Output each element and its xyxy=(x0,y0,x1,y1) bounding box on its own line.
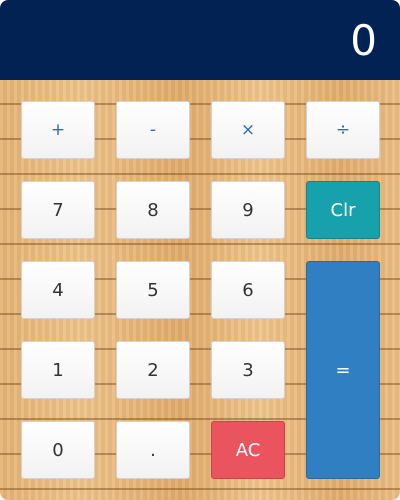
digit-2-button[interactable]: 2 xyxy=(116,341,190,399)
display-value: 0 xyxy=(350,15,378,65)
decimal-button[interactable]: . xyxy=(116,421,190,479)
divide-button[interactable]: ÷ xyxy=(306,101,380,159)
calculator: 0 + - × ÷ 7 8 9 Clr 4 5 6 = 1 2 3 0 . AC xyxy=(0,0,400,500)
digit-0-button[interactable]: 0 xyxy=(21,421,95,479)
digit-7-button[interactable]: 7 xyxy=(21,181,95,239)
digit-3-button[interactable]: 3 xyxy=(211,341,285,399)
clear-button[interactable]: Clr xyxy=(306,181,380,239)
digit-6-button[interactable]: 6 xyxy=(211,261,285,319)
display-panel: 0 xyxy=(0,0,400,80)
add-button[interactable]: + xyxy=(21,101,95,159)
digit-8-button[interactable]: 8 xyxy=(116,181,190,239)
equals-button[interactable]: = xyxy=(306,261,380,479)
all-clear-button[interactable]: AC xyxy=(211,421,285,479)
digit-5-button[interactable]: 5 xyxy=(116,261,190,319)
digit-1-button[interactable]: 1 xyxy=(21,341,95,399)
multiply-button[interactable]: × xyxy=(211,101,285,159)
digit-4-button[interactable]: 4 xyxy=(21,261,95,319)
digit-9-button[interactable]: 9 xyxy=(211,181,285,239)
subtract-button[interactable]: - xyxy=(116,101,190,159)
